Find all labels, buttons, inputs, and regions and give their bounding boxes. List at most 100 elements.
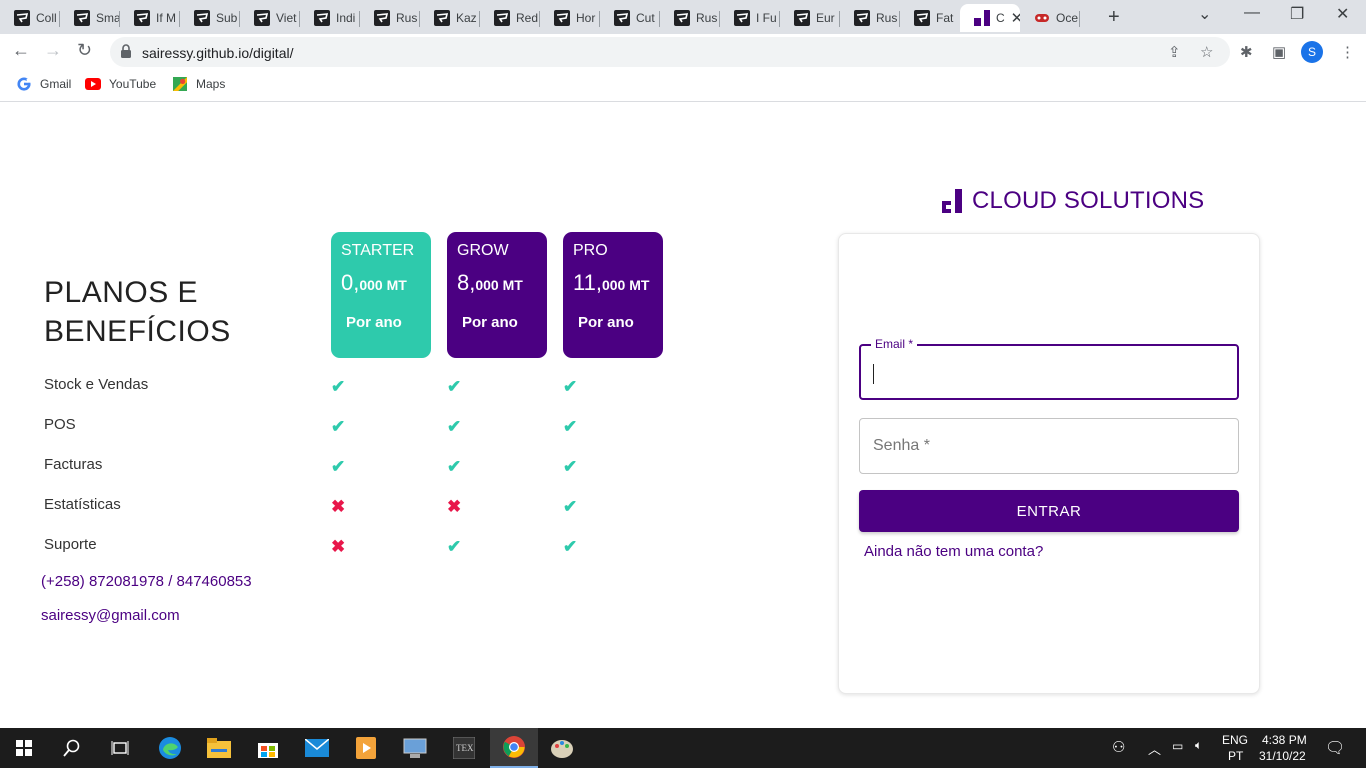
feature-label: POS — [44, 416, 76, 433]
site-favicon-icon — [674, 10, 690, 26]
plan-card-starter[interactable]: STARTER 0,000 MT Por ano — [331, 232, 431, 358]
tab-label: Kaz — [456, 11, 477, 25]
check-icon: ✔ — [563, 417, 578, 436]
folder-icon — [207, 738, 231, 758]
taskbar-edge[interactable] — [146, 728, 194, 768]
language-code[interactable]: ENG — [1222, 733, 1248, 747]
tab-4[interactable]: Viet — [240, 4, 300, 32]
keyboard-layout[interactable]: PT — [1228, 749, 1243, 763]
tab-6[interactable]: Rus — [360, 4, 420, 32]
battery-icon[interactable]: ▭ — [1172, 739, 1183, 753]
volume-icon[interactable]: 🔈︎ — [1195, 738, 1202, 753]
tab-14[interactable]: Rus — [840, 4, 900, 32]
search-icon — [63, 739, 80, 757]
start-button[interactable] — [0, 728, 48, 768]
tab-search-icon[interactable]: ⌄ — [1198, 4, 1211, 24]
site-favicon-icon — [74, 10, 90, 26]
tab-13[interactable]: Eur — [780, 4, 840, 32]
tab-8[interactable]: Red — [480, 4, 540, 32]
show-hidden-icons[interactable]: ︿ — [1148, 739, 1161, 758]
bookmark-gmail[interactable]: Gmail — [16, 77, 71, 91]
tab-5[interactable]: Indi — [300, 4, 360, 32]
tab-close-icon[interactable]: ✕ — [1011, 9, 1020, 27]
site-favicon-icon — [14, 10, 30, 26]
contact-email[interactable]: sairessy@gmail.com — [41, 607, 180, 624]
check-icon: ✔ — [563, 377, 578, 396]
plan-price: 11,000 MT — [573, 270, 650, 295]
tab-12[interactable]: I Fu — [720, 4, 780, 32]
taskbar-tex[interactable]: TEX — [440, 728, 488, 768]
taskbar-mail[interactable] — [293, 728, 341, 768]
site-favicon-icon — [194, 10, 210, 26]
signup-link[interactable]: Ainda não tem uma conta? — [864, 543, 1043, 560]
tab-1[interactable]: Sma — [60, 4, 120, 32]
notifications-icon[interactable]: 🗨︎ — [1325, 738, 1345, 758]
tab-16[interactable]: C ✕ — [960, 4, 1020, 32]
taskbar-app-monitor[interactable] — [391, 728, 439, 768]
people-icon[interactable]: ⚇ — [1112, 738, 1125, 756]
new-tab-button[interactable]: + — [1108, 6, 1120, 29]
cross-icon: ✖ — [331, 497, 346, 516]
bookmark-label: Maps — [196, 77, 226, 91]
plan-period: Por ano — [578, 314, 634, 331]
plan-card-pro[interactable]: PRO 11,000 MT Por ano — [563, 232, 663, 358]
menu-icon[interactable]: ⋮ — [1340, 43, 1355, 61]
plans-heading: PLANOS E BENEFÍCIOS — [44, 276, 231, 348]
check-icon: ✔ — [563, 497, 578, 516]
forward-icon[interactable]: → — [44, 40, 62, 61]
reload-icon[interactable]: ↻ — [77, 40, 92, 61]
address-bar[interactable]: sairessy.github.io/digital/ — [110, 37, 1230, 67]
maps-icon — [173, 77, 187, 91]
tab-11[interactable]: Rus — [660, 4, 720, 32]
taskbar-explorer[interactable] — [195, 728, 243, 768]
site-favicon-icon — [614, 10, 630, 26]
page-content: PLANOS E BENEFÍCIOS STARTER 0,000 MT Por… — [0, 103, 1366, 728]
bookmark-youtube[interactable]: YouTube — [85, 77, 156, 91]
contact-phone[interactable]: (+258) 872081978 / 847460853 — [41, 573, 252, 590]
close-window-button[interactable]: ✕ — [1336, 4, 1349, 24]
minimize-button[interactable]: — — [1244, 4, 1260, 22]
youtube-icon — [85, 78, 101, 90]
tab-0[interactable]: Coll — [0, 4, 60, 32]
tab-10[interactable]: Cut — [600, 4, 660, 32]
taskbar-media[interactable] — [342, 728, 390, 768]
feature-label: Estatísticas — [44, 496, 121, 513]
search-button[interactable] — [48, 728, 96, 768]
taskbar-store[interactable] — [244, 728, 292, 768]
taskbar-chrome[interactable] — [490, 728, 538, 768]
password-field[interactable]: Senha * — [859, 418, 1239, 474]
tab-label: If M — [156, 11, 176, 25]
bookmark-star-icon[interactable]: ☆ — [1200, 43, 1213, 61]
task-view-button[interactable] — [96, 728, 144, 768]
clock-date[interactable]: 31/10/22 — [1259, 749, 1306, 763]
taskbar-paint[interactable] — [538, 728, 586, 768]
tab-9[interactable]: Hor — [540, 4, 600, 32]
store-icon — [258, 743, 278, 758]
bookmarks-bar: Gmail YouTube Maps — [0, 70, 1366, 102]
gamepad-icon — [1035, 14, 1049, 22]
tab-label: Indi — [336, 11, 356, 25]
bookmark-maps[interactable]: Maps — [172, 77, 225, 91]
side-panel-icon[interactable]: ▣ — [1272, 43, 1286, 61]
profile-avatar[interactable]: S — [1301, 41, 1323, 63]
tab-3[interactable]: Sub — [180, 4, 240, 32]
back-icon[interactable]: ← — [12, 40, 30, 61]
tab-15[interactable]: Fat — [900, 4, 960, 32]
windows-taskbar: TEX ⚇ ︿ ▭ 🔈︎ ENG PT 4:38 PM 31/10/22 🗨︎ — [0, 728, 1366, 768]
check-icon: ✔ — [331, 457, 346, 476]
site-favicon-icon — [134, 10, 150, 26]
plan-price: 8,000 MT — [457, 270, 523, 295]
site-favicon-icon — [314, 10, 330, 26]
maximize-button[interactable]: ❐ — [1290, 4, 1304, 24]
extensions-icon[interactable]: ✱ — [1240, 43, 1253, 61]
email-field[interactable]: Email * — [859, 337, 1239, 400]
clock-time[interactable]: 4:38 PM — [1262, 733, 1307, 747]
plan-card-grow[interactable]: GROW 8,000 MT Por ano — [447, 232, 547, 358]
login-button[interactable]: ENTRAR — [859, 490, 1239, 532]
share-icon[interactable]: ⇪ — [1168, 43, 1181, 61]
tab-17[interactable]: Oce — [1020, 4, 1080, 32]
tab-7[interactable]: Kaz — [420, 4, 480, 32]
tab-label: Eur — [816, 11, 835, 25]
tab-2[interactable]: If M — [120, 4, 180, 32]
site-favicon-icon — [434, 10, 450, 26]
